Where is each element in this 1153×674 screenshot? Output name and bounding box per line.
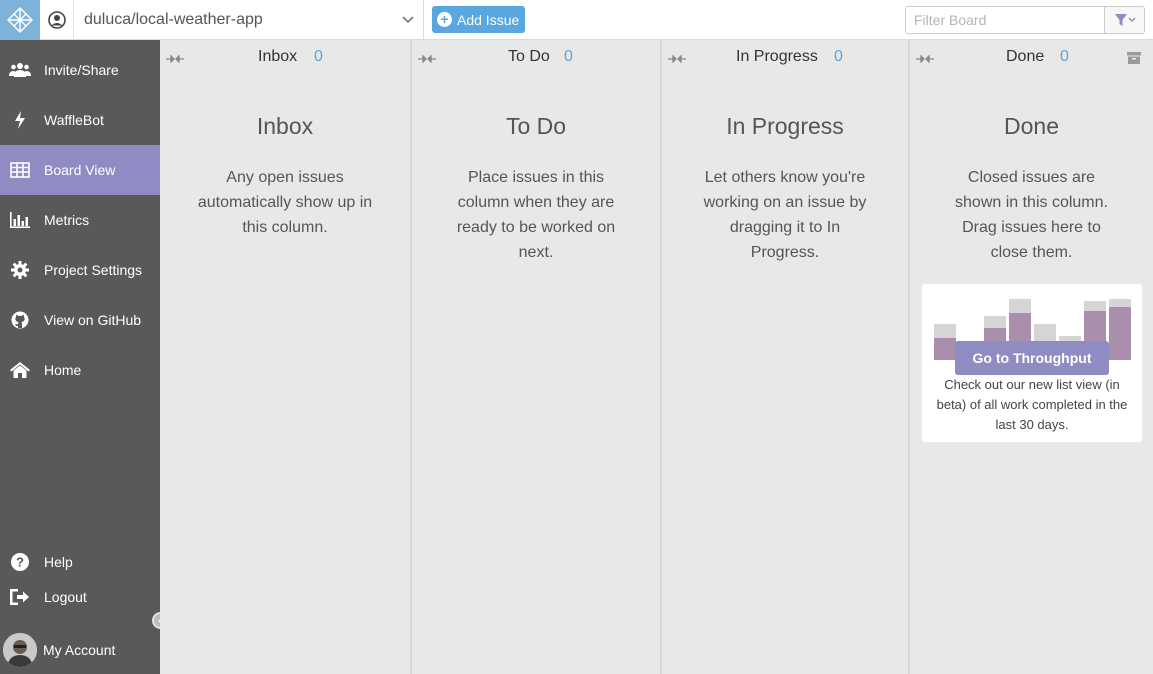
sidebar-item-wafflebot[interactable]: WaffleBot [0,95,160,145]
column-title: Done [1006,48,1045,65]
sidebar-item-label: Invite/Share [44,62,119,78]
gear-icon [0,261,40,279]
collapse-column-icon[interactable] [916,50,934,68]
column-title: In Progress [736,48,818,65]
column-description: Place issues in this column when they ar… [456,169,616,261]
column-heading: Inbox [256,113,314,139]
users-icon [0,62,40,78]
column-count: 0 [564,48,573,65]
sidebar-item-invite-share[interactable]: Invite/Share [0,45,160,95]
add-issue-button[interactable]: + Add Issue [432,6,526,33]
column-description: Let others know you're working on an iss… [703,169,867,261]
github-icon [0,311,40,329]
column-description: Any open issues automatically show up in… [197,169,373,236]
sidebar-item-home[interactable]: Home [0,345,160,395]
sidebar-item-board-view[interactable]: Board View [0,145,160,195]
repo-selector[interactable]: duluca/local-weather-app [40,0,424,40]
column-count: 0 [314,48,323,65]
add-issue-label: Add Issue [457,11,520,28]
sidebar-item-label: Home [44,362,82,378]
sidebar-item-label: Project Settings [44,262,143,278]
sidebar-item-project-settings[interactable]: Project Settings [0,245,160,295]
collapse-column-icon[interactable] [166,50,184,68]
sidebar-item-label: Logout [44,589,87,605]
column-heading: In Progress [726,113,844,139]
collapse-column-icon[interactable] [668,50,686,68]
column-todo: To Do 0 To Do Place issues in this colum… [410,40,660,674]
column-heading: To Do [505,113,567,139]
sidebar-item-metrics[interactable]: Metrics [0,195,160,245]
column-header: Done 0 [910,40,1153,74]
avatar [3,633,37,667]
sidebar-item-logout[interactable]: Logout [0,572,160,622]
column-description: Closed issues are shown in this column. … [955,169,1108,261]
column-inbox: Inbox 0 Inbox Any open issues automatica… [160,40,410,674]
sidebar: Invite/Share WaffleBot Board View Metric… [0,40,169,674]
column-title: To Do [508,48,550,65]
top-bar: duluca/local-weather-app + Add Issue [0,0,1153,40]
bar-chart-icon [0,212,40,228]
filter-board-input[interactable] [906,7,1104,33]
home-icon [0,362,40,378]
sidebar-item-label: Help [44,554,73,570]
sidebar-item-label: My Account [43,642,116,658]
sidebar-item-label: Metrics [44,212,90,228]
chevron-down-icon [393,16,423,24]
sidebar-item-label: WaffleBot [44,112,104,128]
sidebar-item-label: Board View [44,162,116,178]
waffle-logo[interactable] [0,0,40,40]
column-title: Inbox [258,48,298,65]
throughput-description: Check out our new list view (in beta) of… [936,377,1128,432]
column-count: 0 [834,48,843,65]
bolt-icon [0,111,40,129]
column-heading: Done [1004,113,1059,139]
waffle-logo-icon [7,7,33,33]
archive-icon[interactable] [1127,51,1141,69]
repo-name: duluca/local-weather-app [84,11,263,28]
repo-owner-avatar [40,0,74,40]
filter-dropdown-button[interactable] [1104,7,1144,33]
column-in-progress: In Progress 0 In Progress Let others kno… [660,40,908,674]
plus-icon: + [437,12,452,27]
collapse-column-icon[interactable] [418,50,436,68]
sidebar-item-my-account[interactable]: My Account [0,625,160,674]
column-count: 0 [1060,48,1069,65]
column-done: Done 0 Done Closed issues are shown in t… [908,40,1153,674]
svg-text:?: ? [16,555,24,570]
sidebar-item-view-on-github[interactable]: View on GitHub [0,295,160,345]
column-header: Inbox 0 [160,40,410,74]
question-icon: ? [0,553,40,571]
go-to-throughput-button[interactable]: Go to Throughput [955,341,1109,375]
column-header: To Do 0 [412,40,660,74]
filter-board [905,6,1145,34]
filter-icon [1114,14,1135,26]
table-icon [0,162,40,178]
column-header: In Progress 0 [662,40,908,74]
throughput-promo-card: Go to Throughput Check out our new list … [922,284,1142,442]
logout-icon [0,589,40,605]
sidebar-item-label: View on GitHub [44,312,142,328]
